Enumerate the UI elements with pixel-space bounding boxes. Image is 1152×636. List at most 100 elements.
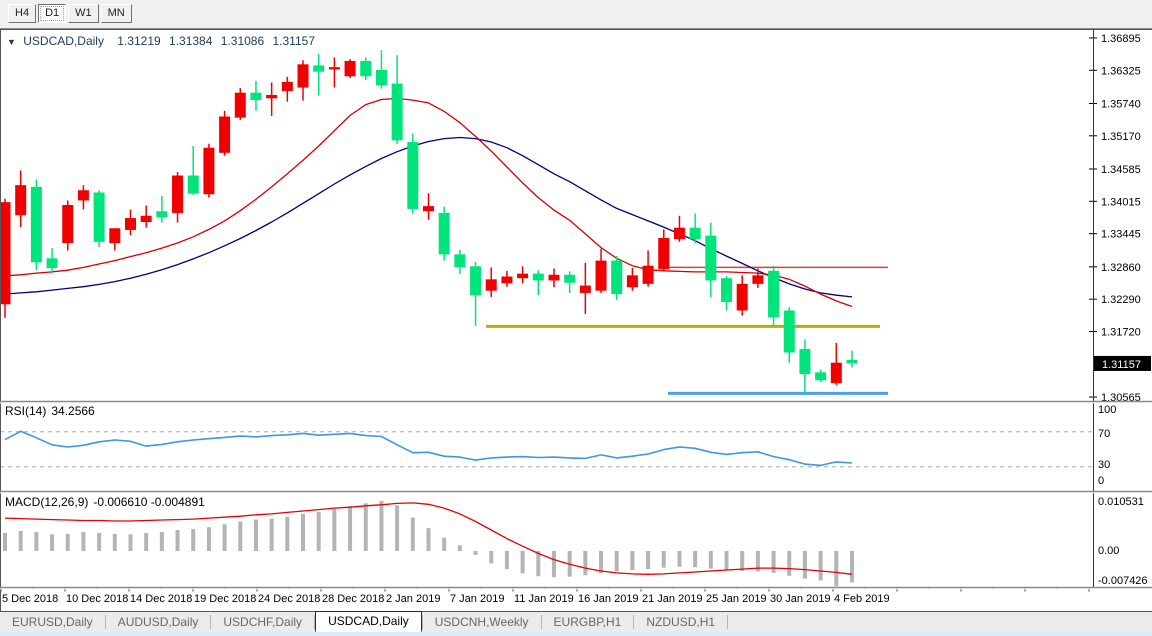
macd-bar [19,531,23,551]
macd-bar [364,503,368,551]
macd-bar [34,532,38,551]
macd-bar [709,551,713,569]
price-axis-label: 1.33445 [1101,229,1141,241]
candle-down [705,236,716,281]
date-axis-label: 10 Dec 2018 [66,593,128,605]
candle-up [203,148,214,195]
candle-up [266,95,277,98]
macd-bar [50,534,54,551]
candle-up [219,117,230,153]
ohlc-low: 1.31086 [221,34,264,48]
timeframe-button-d1[interactable]: D1 [38,4,66,23]
date-axis-label: 24 Dec 2018 [258,593,320,605]
candle-up [345,61,356,76]
candle-down [470,266,481,295]
candle-down [721,278,732,302]
candle-up [0,202,11,304]
usdcad-daily-chart-canvas[interactable]: 100703000.0105310.00-0.0074261.368951.36… [0,29,1152,611]
window-bottom-edge [0,632,1152,636]
tab-divider [727,615,728,629]
macd-bar [426,528,430,551]
date-axis-label: 30 Jan 2019 [770,593,831,605]
candle-up [643,266,654,284]
macd-bar [113,534,117,551]
candle-down [31,187,42,262]
macd-bar [521,551,525,573]
macd-bar [191,529,195,551]
rsi-axis-label: 100 [1098,404,1116,416]
ohlc-open: 1.31219 [117,34,160,48]
macd-bar [3,533,7,551]
rsi-name: RSI(14) [5,404,46,418]
date-axis-label: 4 Feb 2019 [834,593,890,605]
date-axis-label: 19 Dec 2018 [194,593,256,605]
macd-bar [317,512,321,551]
candle-up [627,275,638,287]
macd-bar [583,551,587,575]
candle-down [846,360,857,364]
tab-usdchf-daily[interactable]: USDCHF,Daily [211,612,314,632]
timeframe-button-w1[interactable]: W1 [68,4,99,23]
candle-up [109,228,120,243]
rsi-axis-label: 70 [1098,428,1110,440]
date-axis-label: 5 Dec 2018 [2,593,58,605]
price-axis-label: 1.35170 [1101,131,1141,143]
candle-up [15,185,26,215]
candle-down [94,193,105,242]
tab-usdcnh-weekly[interactable]: USDCNH,Weekly [423,612,541,632]
macd-bar [630,551,634,570]
macd-bar [207,527,211,551]
candle-down [439,213,450,254]
rsi-indicator-label: RSI(14)34.2566 [5,404,95,418]
candle-up [235,93,246,118]
candle-up [329,67,340,69]
macd-bar [819,551,823,581]
price-axis-label: 1.36895 [1101,33,1141,45]
macd-bar [332,509,336,551]
macd-bar [223,524,227,551]
macd-value: -0.006610 -0.004891 [93,495,204,509]
ohlc-close: 1.31157 [273,34,316,48]
tab-nzdusd-h1[interactable]: NZDUSD,H1 [634,612,727,632]
macd-bar [81,532,85,551]
candle-up [78,190,89,200]
chart-tabs-bar: EURUSD,DailyAUDUSD,DailyUSDCHF,DailyUSDC… [0,611,1152,632]
candle-up [752,275,763,284]
date-axis-label: 2 Jan 2019 [386,593,440,605]
macd-bar [285,517,289,551]
candle-down [156,211,167,217]
price-axis-label: 1.36325 [1101,65,1141,77]
candle-down [564,275,575,283]
candle-up [282,82,293,91]
macd-bar [662,551,666,568]
candle-down [454,254,465,267]
candle-down [611,261,622,294]
candle-down [690,228,701,239]
price-axis-label: 1.34585 [1101,164,1141,176]
collapse-arrow-icon[interactable]: ▼ [7,37,16,47]
candle-down [392,84,403,141]
candle-up [737,284,748,311]
macd-bar [238,521,242,551]
tab-audusd-daily[interactable]: AUDUSD,Daily [106,612,211,632]
timeframe-toolbar: H4D1W1MN [0,0,1152,29]
tab-eurusd-daily[interactable]: EURUSD,Daily [0,612,105,632]
tab-eurgbp-h1[interactable]: EURGBP,H1 [542,612,634,632]
chart-background [0,29,1152,611]
tab-usdcad-daily[interactable]: USDCAD,Daily [315,611,422,632]
macd-bar [474,551,478,555]
candle-up [596,261,607,291]
macd-bar [599,551,603,573]
macd-bar [301,514,305,551]
candle-up [580,286,591,293]
date-axis-label: 16 Jan 2019 [578,593,639,605]
chart-window: 100703000.0105310.00-0.0074261.368951.36… [0,29,1152,611]
timeframe-button-mn[interactable]: MN [101,4,132,23]
candle-up [486,279,497,290]
timeframe-button-h4[interactable]: H4 [8,4,36,23]
mt4-window: H4D1W1MN 100703000.0105310.00-0.0074261.… [0,0,1152,636]
price-axis-label: 1.35740 [1101,98,1141,110]
candle-down [188,176,199,194]
date-axis-label: 21 Jan 2019 [642,593,703,605]
date-axis-label: 11 Jan 2019 [514,593,574,605]
